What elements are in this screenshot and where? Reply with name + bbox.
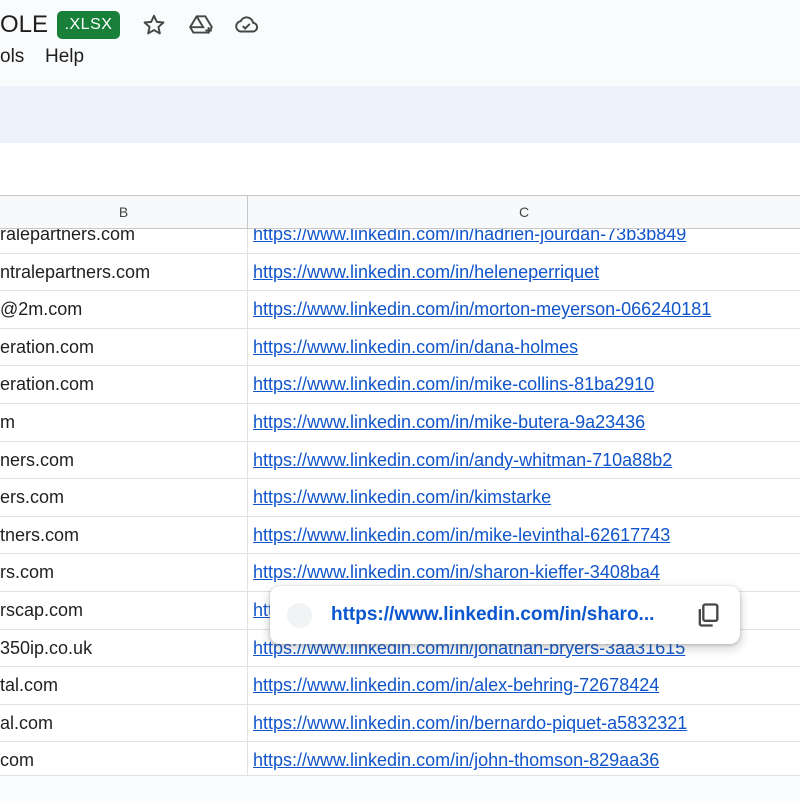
move-to-drive-icon[interactable] bbox=[188, 12, 214, 38]
cell-linkedin-url[interactable]: https://www.linkedin.com/in/john-thomson… bbox=[253, 742, 800, 775]
star-icon[interactable] bbox=[141, 12, 167, 38]
cell-email-domain[interactable]: com bbox=[0, 742, 247, 775]
table-row: eration.com https://www.linkedin.com/in/m… bbox=[0, 366, 800, 404]
cell-linkedin-url[interactable]: https://www.linkedin.com/in/kimstarke bbox=[253, 479, 800, 516]
formula-bar-area bbox=[0, 143, 800, 195]
cell-linkedin-url[interactable]: https://www.linkedin.com/in/alex-behring… bbox=[253, 667, 800, 704]
cell-linkedin-url[interactable]: https://www.linkedin.com/in/mike-butera-… bbox=[253, 404, 800, 441]
cell-email-domain[interactable]: m bbox=[0, 404, 247, 441]
table-row: eration.com https://www.linkedin.com/in/d… bbox=[0, 329, 800, 367]
cell-linkedin-url[interactable]: https://www.linkedin.com/in/heleneperriq… bbox=[253, 254, 800, 291]
column-divider[interactable] bbox=[247, 195, 248, 229]
table-row: ners.com https://www.linkedin.com/in/andy… bbox=[0, 442, 800, 480]
cell-email-domain[interactable]: @2m.com bbox=[0, 291, 247, 328]
cell-email-domain[interactable]: al.com bbox=[0, 705, 247, 742]
cell-email-domain[interactable]: ralepartners.com bbox=[0, 229, 247, 253]
title-bar: OLE .XLSX ols Help bbox=[0, 0, 800, 85]
table-row: al.com https://www.linkedin.com/in/bernar… bbox=[0, 705, 800, 743]
table-row: ntralepartners.com https://www.linkedin.c… bbox=[0, 254, 800, 292]
cell-linkedin-url[interactable]: https://www.linkedin.com/in/mike-collins… bbox=[253, 366, 800, 403]
cell-linkedin-url[interactable]: https://www.linkedin.com/in/dana-holmes bbox=[253, 329, 800, 366]
cell-email-domain[interactable]: tners.com bbox=[0, 517, 247, 554]
cell-linkedin-url[interactable]: https://www.linkedin.com/in/andy-whitman… bbox=[253, 442, 800, 479]
column-header-b[interactable]: B bbox=[0, 196, 247, 228]
table-row: m https://www.linkedin.com/in/mike-butera… bbox=[0, 404, 800, 442]
table-row: @2m.com https://www.linkedin.com/in/morto… bbox=[0, 291, 800, 329]
copy-icon[interactable] bbox=[694, 601, 722, 629]
popup-link-url[interactable]: https://www.linkedin.com/in/sharo... bbox=[331, 603, 654, 627]
table-row: tal.com https://www.linkedin.com/in/alex-… bbox=[0, 667, 800, 705]
cell-email-domain[interactable]: 350ip.co.uk bbox=[0, 630, 247, 667]
site-favicon-icon bbox=[287, 603, 312, 628]
column-headers: B C bbox=[0, 195, 800, 229]
cell-email-domain[interactable]: eration.com bbox=[0, 366, 247, 403]
toolbar bbox=[0, 86, 800, 143]
cell-email-domain[interactable]: rscap.com bbox=[0, 592, 247, 629]
cloud-status-icon[interactable] bbox=[233, 12, 259, 38]
column-header-c[interactable]: C bbox=[248, 196, 800, 228]
spreadsheet-grid: ralepartners.com https://www.linkedin.com… bbox=[0, 229, 800, 775]
cell-email-domain[interactable]: eration.com bbox=[0, 329, 247, 366]
document-title[interactable]: OLE bbox=[0, 10, 48, 40]
link-preview-popup: https://www.linkedin.com/in/sharo... bbox=[270, 586, 740, 644]
menu-tools[interactable]: ols bbox=[0, 46, 24, 68]
file-format-badge: .XLSX bbox=[57, 11, 120, 39]
table-row: ralepartners.com https://www.linkedin.com… bbox=[0, 229, 800, 254]
table-row: com https://www.linkedin.com/in/john-thom… bbox=[0, 742, 800, 775]
cell-email-domain[interactable]: tal.com bbox=[0, 667, 247, 704]
cell-linkedin-url[interactable]: https://www.linkedin.com/in/hadrien-jour… bbox=[253, 229, 800, 253]
cell-linkedin-url[interactable]: https://www.linkedin.com/in/bernardo-piq… bbox=[253, 705, 800, 742]
sheet-bottom-bar bbox=[0, 775, 800, 801]
cell-linkedin-url[interactable]: https://www.linkedin.com/in/mike-levinth… bbox=[253, 517, 800, 554]
cell-email-domain[interactable]: ers.com bbox=[0, 479, 247, 516]
cell-email-domain[interactable]: ners.com bbox=[0, 442, 247, 479]
menu-help[interactable]: Help bbox=[45, 46, 84, 68]
table-row: ers.com https://www.linkedin.com/in/kimst… bbox=[0, 479, 800, 517]
cell-email-domain[interactable]: ntralepartners.com bbox=[0, 254, 247, 291]
table-row: tners.com https://www.linkedin.com/in/mik… bbox=[0, 517, 800, 555]
cell-linkedin-url[interactable]: https://www.linkedin.com/in/morton-meyer… bbox=[253, 291, 800, 328]
cell-email-domain[interactable]: rs.com bbox=[0, 554, 247, 591]
